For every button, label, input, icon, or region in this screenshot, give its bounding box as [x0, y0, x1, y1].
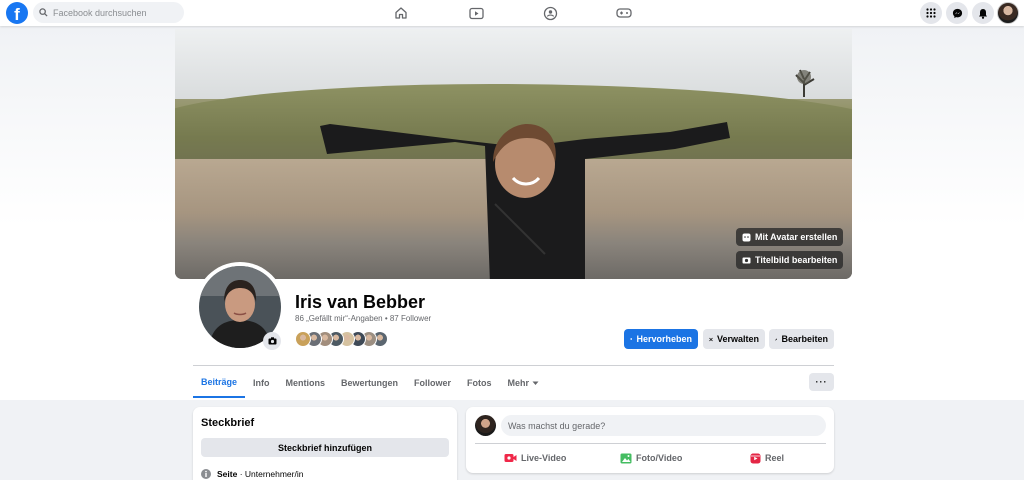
follower-avatar[interactable]	[295, 331, 311, 347]
more-options-button[interactable]: ···	[809, 373, 834, 391]
intro-card: Steckbrief Steckbrief hinzufügen Seite ·…	[193, 407, 457, 480]
update-profile-picture-button[interactable]	[263, 332, 281, 350]
edit-label: Bearbeiten	[781, 334, 828, 344]
reel-label: Reel	[765, 453, 785, 463]
tab-label: Follower	[414, 378, 452, 388]
create-avatar-button[interactable]: Mit Avatar erstellen	[736, 228, 844, 246]
edit-cover-label: Titelbild bearbeiten	[755, 255, 838, 265]
add-intro-button[interactable]: Steckbrief hinzufügen	[201, 438, 449, 457]
manage-button[interactable]: Verwalten	[703, 329, 765, 349]
top-navigation-bar: f	[0, 0, 1024, 26]
search-box[interactable]	[33, 2, 184, 23]
tab-mehr[interactable]: Mehr	[500, 368, 548, 398]
intro-category-value: · Unternehmer/in	[237, 469, 304, 479]
tab-label: Fotos	[467, 378, 492, 388]
tab-beitr-ge[interactable]: Beiträge	[193, 368, 246, 398]
reel-button[interactable]: Reel	[750, 450, 784, 466]
create-avatar-label: Mit Avatar erstellen	[755, 232, 838, 242]
edit-cover-button[interactable]: Titelbild bearbeiten	[736, 251, 844, 269]
tab-bewertungen[interactable]: Bewertungen	[333, 368, 406, 398]
promote-label: Hervorheben	[636, 334, 692, 344]
intro-title: Steckbrief	[201, 417, 255, 429]
tab-label: Bewertungen	[341, 378, 399, 388]
cover-person-figure	[320, 122, 730, 279]
megaphone-icon	[630, 338, 632, 340]
tab-mentions[interactable]: Mentions	[278, 368, 334, 398]
menu-grid-icon[interactable]	[920, 2, 942, 24]
photo-icon	[620, 453, 632, 463]
photo-video-label: Foto/Video	[636, 453, 683, 463]
post-composer-card: Was machst du gerade? Live-Video Foto/Vi…	[466, 407, 834, 473]
photo-video-button[interactable]: Foto/Video	[620, 450, 682, 466]
gaming-icon[interactable]	[615, 4, 633, 22]
video-icon[interactable]	[467, 4, 485, 22]
live-video-icon	[504, 454, 517, 462]
camera-icon	[268, 337, 276, 345]
intro-category-row: Seite · Unternehmer/in	[201, 469, 303, 479]
account-avatar[interactable]	[997, 2, 1019, 24]
notifications-icon[interactable]	[972, 2, 994, 24]
tools-icon	[709, 337, 713, 341]
camera-icon	[742, 257, 751, 264]
reel-icon	[750, 453, 761, 463]
follower-avatars[interactable]	[295, 331, 388, 347]
live-video-label: Live-Video	[521, 453, 567, 463]
cover-tree	[795, 69, 815, 97]
groups-icon[interactable]	[541, 4, 559, 22]
edit-button[interactable]: Bearbeiten	[769, 329, 834, 349]
tab-fotos[interactable]: Fotos	[459, 368, 500, 398]
search-input[interactable]	[53, 7, 173, 18]
profile-tabs: Beiträge Info Mentions Bewertungen Follower F…	[193, 368, 547, 398]
avatar-icon	[742, 233, 751, 241]
header-divider	[193, 365, 834, 366]
home-icon[interactable]	[392, 4, 410, 22]
promote-button[interactable]: Hervorheben	[624, 329, 698, 349]
tab-label: Mehr	[507, 378, 530, 388]
profile-stats[interactable]: 86 „Gefällt mir“-Angaben • 87 Follower	[295, 314, 431, 323]
live-video-button[interactable]: Live-Video	[504, 450, 566, 466]
info-icon	[201, 469, 211, 479]
profile-name: Iris van Bebber	[295, 292, 426, 312]
composer-avatar[interactable]	[475, 415, 496, 436]
tab-info[interactable]: Info	[245, 368, 278, 398]
composer-divider	[475, 443, 826, 444]
facebook-logo[interactable]: f	[6, 2, 28, 24]
pencil-icon	[775, 338, 778, 340]
search-icon	[39, 4, 48, 22]
tab-label: Info	[253, 378, 270, 388]
composer-input[interactable]: Was machst du gerade?	[501, 415, 826, 436]
messenger-icon[interactable]	[946, 2, 968, 24]
tab-follower[interactable]: Follower	[406, 368, 459, 398]
intro-category-label: Seite	[217, 469, 238, 479]
tab-label: Beiträge	[201, 377, 238, 387]
tab-label: Mentions	[285, 378, 326, 388]
manage-label: Verwalten	[716, 334, 759, 344]
caret-down-icon	[532, 378, 539, 388]
cover-photo[interactable]: Mit Avatar erstellen Titelbild bearbeite…	[175, 29, 852, 279]
